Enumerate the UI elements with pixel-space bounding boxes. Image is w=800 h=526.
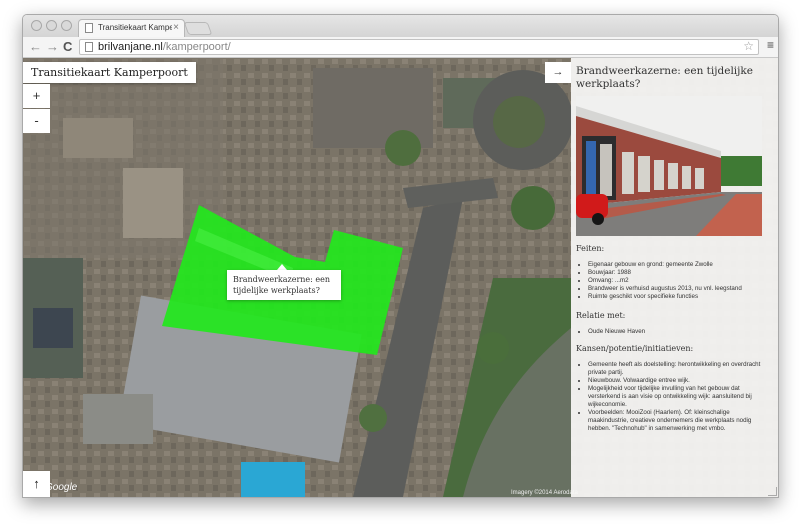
back-icon[interactable]: ← (29, 38, 42, 56)
feiten-list: Eigenaar gebouw en grond: gemeente Zwoll… (576, 261, 764, 301)
bookmark-star-icon[interactable]: ☆ (743, 39, 754, 53)
tab-strip: Transitiekaart Kamperpoort × (23, 15, 778, 37)
panel-toggle-button[interactable]: → (545, 62, 571, 83)
kansen-heading: Kansen/potentie/initiatieven: (576, 344, 694, 353)
relatie-heading: Relatie met: (576, 311, 626, 320)
tab-close-icon[interactable]: × (173, 22, 179, 33)
tab-title: Transitiekaart Kamperpoort (98, 23, 172, 32)
browser-window: Transitiekaart Kamperpoort × ← → C brilv… (22, 14, 779, 498)
list-item: Mogelijkheid voor tijdelijke invulling v… (588, 385, 764, 409)
list-item: Omvang: ...m2 (588, 277, 764, 285)
maximize-window-icon[interactable] (61, 20, 72, 31)
info-panel: Brandweerkazerne: een tijdelijke werkpla… (571, 58, 778, 497)
fire-station-photo (576, 96, 762, 236)
map-popup[interactable]: Brandweerkazerne: een tijdelijke werkpla… (227, 270, 341, 300)
resize-handle[interactable] (768, 487, 777, 496)
list-item: Voorbeelden: MooiZooi (Haarlem). Of: kle… (588, 409, 764, 433)
tree (477, 332, 509, 364)
reload-icon[interactable]: C (63, 38, 72, 56)
map-viewport[interactable]: Transitiekaart Kamperpoort + - ↑ Google … (23, 58, 778, 497)
address-bar[interactable]: brilvanjane.nl/kamperpoort/ ☆ (79, 39, 759, 55)
imagery-credit: Imagery ©2014 Aerodata (511, 490, 578, 496)
relatie-list: Oude Nieuwe Haven (576, 328, 764, 336)
list-item: Oude Nieuwe Haven (588, 328, 764, 336)
page-icon (85, 23, 93, 33)
zoom-in-button[interactable]: + (23, 84, 50, 108)
new-tab-button[interactable] (183, 22, 213, 35)
roundabout-green (493, 96, 545, 148)
menu-icon[interactable]: ≡ (767, 38, 774, 52)
list-item: Bouwjaar: 1988 (588, 269, 764, 277)
blue-roof-building (241, 462, 305, 497)
minimize-window-icon[interactable] (46, 20, 57, 31)
solar-roof (33, 308, 73, 348)
kansen-list: Gemeente heeft als doelstelling: herontw… (576, 361, 764, 433)
tree (359, 404, 387, 432)
google-logo: Google (45, 482, 78, 493)
forward-icon[interactable]: → (46, 38, 59, 56)
url-text[interactable]: brilvanjane.nl/kamperpoort/ (98, 40, 231, 54)
feiten-heading: Feiten: (576, 244, 605, 253)
close-window-icon[interactable] (31, 20, 42, 31)
url-path: /kamperpoort/ (162, 41, 231, 53)
roof-block (123, 168, 183, 238)
tree (511, 186, 555, 230)
map-title: Transitiekaart Kamperpoort (23, 62, 196, 83)
panel-title: Brandweerkazerne: een tijdelijke werkpla… (576, 65, 753, 90)
list-item: Nieuwbouw. Volwaardige entree wijk. (588, 377, 764, 385)
page-icon (85, 42, 93, 52)
browser-tab[interactable]: Transitiekaart Kamperpoort × (78, 19, 185, 37)
browser-toolbar: ← → C brilvanjane.nl/kamperpoort/ ☆ ≡ (23, 37, 778, 58)
list-item: Gemeente heeft als doelstelling: herontw… (588, 361, 764, 377)
roof-block (83, 394, 153, 444)
url-host: brilvanjane.nl (98, 41, 163, 53)
zoom-out-button[interactable]: - (23, 109, 50, 133)
list-item: Brandweer is verhuisd augustus 2013, nu … (588, 285, 764, 293)
roof-block (63, 118, 133, 158)
list-item: Ruimte geschikt voor specifieke functies (588, 293, 764, 301)
tree (385, 130, 421, 166)
list-item: Eigenaar gebouw en grond: gemeente Zwoll… (588, 261, 764, 269)
